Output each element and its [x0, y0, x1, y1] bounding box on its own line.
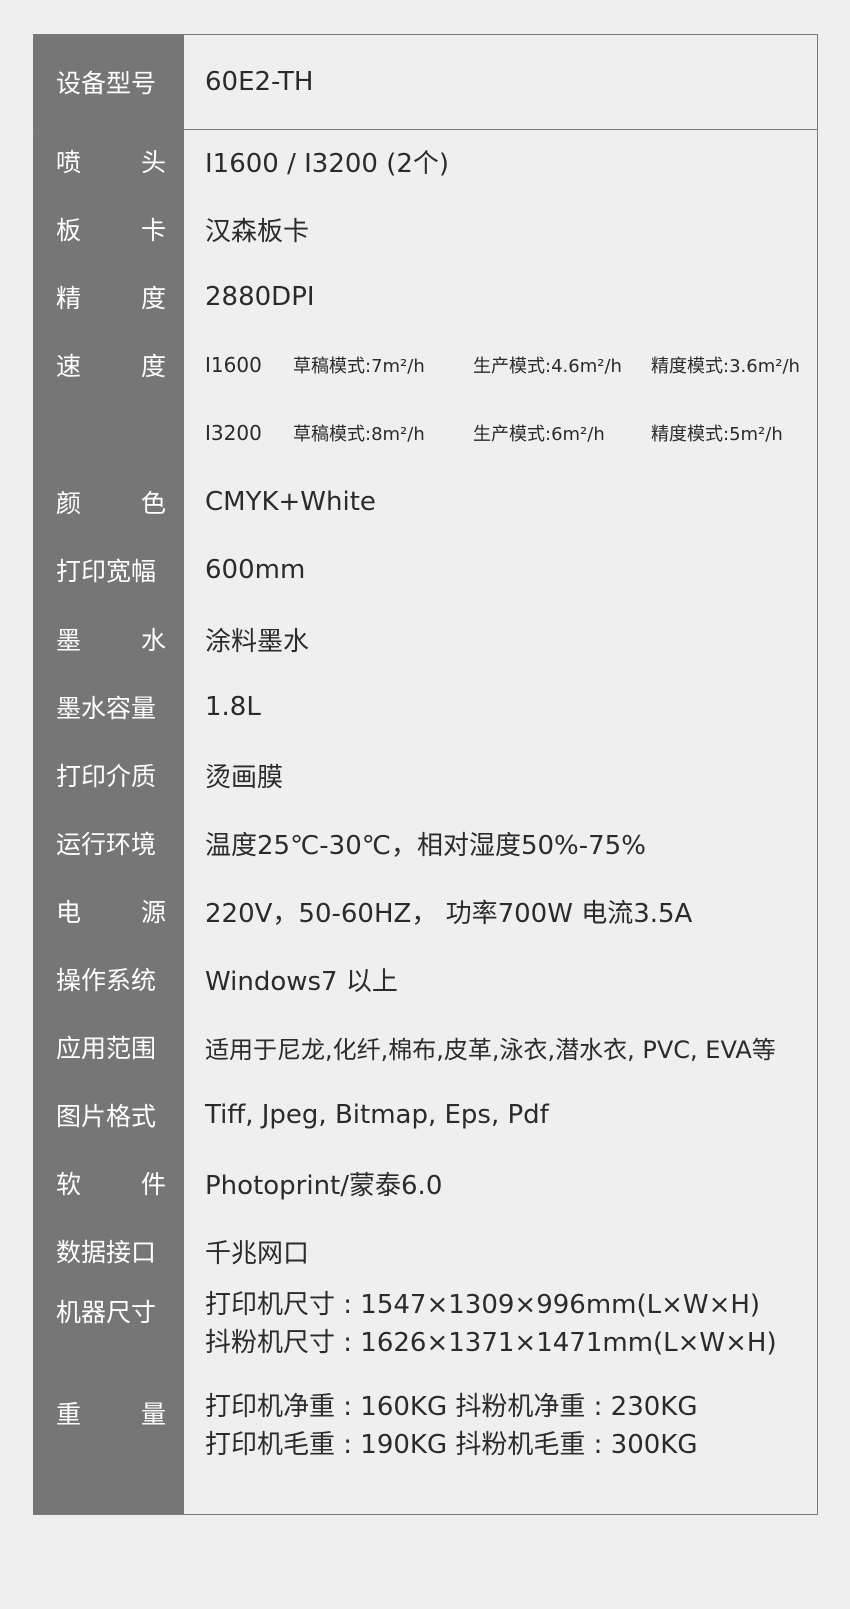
row-environment: 运行环境 温度25℃-30℃，相对湿度50%-75% [34, 817, 817, 869]
label-media: 打印介质 [56, 762, 157, 791]
speed-line-2: I3200 草稿模式:8m²/h 生产模式:6m²/h 精度模式:5m²/h [184, 420, 783, 446]
dimensions-lines: 打印机尺寸 : 1547×1309×996mm(L×W×H) 抖粉机尺寸 : 1… [184, 1289, 777, 1359]
header-divider [34, 129, 817, 130]
row-interface: 数据接口 千兆网口 [34, 1225, 817, 1277]
row-speed-2: I3200 草稿模式:8m²/h 生产模式:6m²/h 精度模式:5m²/h [34, 407, 817, 459]
row-model: 设备型号 60E2-TH [34, 35, 817, 129]
value-color: CMYK+White [205, 487, 376, 517]
label-model: 设备型号 [56, 69, 157, 98]
value-ink: 涂料墨水 [205, 626, 310, 657]
value-print-width: 600mm [205, 555, 306, 585]
row-os: 操作系统 Windows7 以上 [34, 953, 817, 1005]
row-power: 电源 220V，50-60HZ， 功率700W 电流3.5A [34, 885, 817, 937]
label-os: 操作系统 [56, 966, 157, 995]
dimensions-printer: 打印机尺寸 : 1547×1309×996mm(L×W×H) [205, 1290, 761, 1320]
value-os: Windows7 以上 [205, 966, 398, 997]
label-weight: 重量 [56, 1400, 166, 1429]
value-power: 220V，50-60HZ， 功率700W 电流3.5A [205, 898, 693, 929]
label-speed: 速度 [56, 352, 166, 381]
row-software: 软件 Photoprint/蒙泰6.0 [34, 1157, 817, 1209]
label-ink: 墨水 [56, 626, 166, 655]
speed-draft: 草稿模式:7m²/h [293, 356, 425, 377]
row-ink-capacity: 墨水容量 1.8L [34, 681, 817, 733]
label-application: 应用范围 [56, 1034, 157, 1063]
label-image-format: 图片格式 [56, 1102, 157, 1131]
label-print-width: 打印宽幅 [56, 557, 157, 586]
row-nozzle: 喷头 I1600 / I3200 (2个) [34, 135, 817, 187]
value-interface: 千兆网口 [205, 1238, 310, 1269]
weight-gross: 打印机毛重 : 190KG 抖粉机毛重 : 300KG [205, 1430, 698, 1460]
row-dimensions: 机器尺寸 打印机尺寸 : 1547×1309×996mm(L×W×H) 抖粉机尺… [34, 1289, 817, 1369]
label-power: 电源 [56, 898, 166, 927]
label-dimensions: 机器尺寸 [56, 1298, 157, 1327]
value-software: Photoprint/蒙泰6.0 [205, 1170, 443, 1201]
value-environment: 温度25℃-30℃，相对湿度50%-75% [205, 830, 646, 861]
row-precision: 精度 2880DPI [34, 271, 817, 323]
row-image-format: 图片格式 Tiff, Jpeg, Bitmap, Eps, Pdf [34, 1089, 817, 1141]
label-interface: 数据接口 [56, 1238, 157, 1267]
value-application: 适用于尼龙,化纤,棉布,皮革,泳衣,潜水衣, PVC, EVA等 [205, 1035, 776, 1064]
row-board: 板卡 汉森板卡 [34, 203, 817, 255]
row-speed: 速度 I1600 草稿模式:7m²/h 生产模式:4.6m²/h 精度模式:3.… [34, 339, 817, 391]
spec-table: 设备型号 60E2-TH 喷头 I1600 / I3200 (2个) 板卡 汉森… [33, 34, 818, 1515]
value-board: 汉森板卡 [205, 216, 310, 247]
speed-draft: 草稿模式:8m²/h [293, 424, 425, 445]
speed-head: I3200 [205, 421, 262, 445]
label-environment: 运行环境 [56, 830, 157, 859]
value-ink-capacity: 1.8L [205, 692, 261, 722]
speed-fine: 精度模式:3.6m²/h [651, 356, 800, 377]
value-precision: 2880DPI [205, 282, 315, 312]
speed-production: 生产模式:6m²/h [473, 424, 605, 445]
speed-head: I1600 [205, 353, 262, 377]
weight-lines: 打印机净重 : 160KG 抖粉机净重 : 230KG 打印机毛重 : 190K… [184, 1391, 698, 1461]
label-ink-capacity: 墨水容量 [56, 694, 157, 723]
value-media: 烫画膜 [205, 762, 284, 793]
value-nozzle: I1600 / I3200 (2个) [205, 148, 450, 179]
row-media: 打印介质 烫画膜 [34, 749, 817, 801]
label-precision: 精度 [56, 284, 166, 313]
label-board: 板卡 [56, 216, 166, 245]
value-image-format: Tiff, Jpeg, Bitmap, Eps, Pdf [205, 1100, 549, 1130]
label-color: 颜色 [56, 489, 166, 518]
label-nozzle: 喷头 [56, 148, 166, 177]
speed-fine: 精度模式:5m²/h [651, 424, 783, 445]
row-application: 应用范围 适用于尼龙,化纤,棉布,皮革,泳衣,潜水衣, PVC, EVA等 [34, 1021, 817, 1073]
row-ink: 墨水 涂料墨水 [34, 613, 817, 665]
speed-line-1: I1600 草稿模式:7m²/h 生产模式:4.6m²/h 精度模式:3.6m²… [184, 352, 800, 378]
speed-production: 生产模式:4.6m²/h [473, 356, 622, 377]
value-model: 60E2-TH [205, 67, 314, 97]
dimensions-shaker: 抖粉机尺寸 : 1626×1371×1471mm(L×W×H) [205, 1328, 777, 1358]
row-weight: 重量 打印机净重 : 160KG 抖粉机净重 : 230KG 打印机毛重 : 1… [34, 1391, 817, 1471]
weight-net: 打印机净重 : 160KG 抖粉机净重 : 230KG [205, 1392, 698, 1422]
row-print-width: 打印宽幅 600mm [34, 544, 817, 596]
row-color: 颜色 CMYK+White [34, 476, 817, 528]
label-software: 软件 [56, 1170, 166, 1199]
